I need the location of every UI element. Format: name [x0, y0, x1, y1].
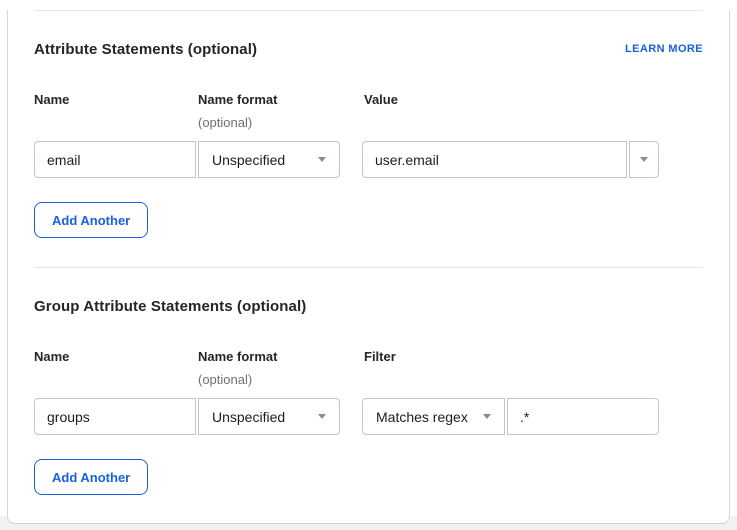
chevron-down-icon [640, 157, 648, 162]
column-label-optional-note: (optional) [198, 372, 364, 387]
name-and-format-group: Unspecified [34, 141, 340, 178]
saml-settings-card: Attribute Statements (optional) LEARN MO… [7, 10, 730, 524]
group-attribute-name-input[interactable] [34, 398, 196, 435]
chevron-down-icon [318, 157, 326, 162]
attribute-row: Unspecified [34, 141, 703, 178]
group-attribute-row: Unspecified Matches regex [34, 398, 703, 435]
column-label-name: Name [34, 92, 198, 107]
column-label-value: Value [364, 92, 703, 107]
name-format-select[interactable]: Unspecified [198, 141, 340, 178]
learn-more-link[interactable]: LEARN MORE [625, 42, 703, 56]
group-attribute-statements-section: Group Attribute Statements (optional) Na… [34, 299, 703, 495]
name-and-format-group: Unspecified [34, 398, 340, 435]
filter-type-select[interactable]: Matches regex [362, 398, 505, 435]
section-title: Group Attribute Statements (optional) [34, 299, 306, 315]
column-label-name-format: Name format [198, 349, 364, 364]
column-label-optional-note: (optional) [198, 115, 364, 130]
section-header: Attribute Statements (optional) LEARN MO… [34, 42, 703, 58]
attribute-name-input[interactable] [34, 141, 196, 178]
chevron-down-icon [483, 414, 491, 419]
section-header: Group Attribute Statements (optional) [34, 299, 703, 315]
value-dropdown-button[interactable] [629, 141, 659, 178]
column-label-name: Name [34, 349, 198, 364]
column-labels-row: Name Name format (optional) Value [34, 92, 703, 130]
section-title: Attribute Statements (optional) [34, 42, 257, 58]
column-label-name-format: Name format [198, 92, 364, 107]
name-format-selected-value: Unspecified [212, 409, 285, 425]
column-label-filter: Filter [364, 349, 703, 364]
section-divider [34, 267, 703, 268]
add-another-button[interactable]: Add Another [34, 202, 148, 238]
chevron-down-icon [318, 414, 326, 419]
filter-type-selected-value: Matches regex [376, 409, 468, 425]
attribute-statements-section: Attribute Statements (optional) LEARN MO… [34, 42, 703, 238]
name-format-selected-value: Unspecified [212, 152, 285, 168]
filter-value-input[interactable] [507, 398, 659, 435]
add-another-button[interactable]: Add Another [34, 459, 148, 495]
top-divider [34, 10, 703, 11]
attribute-value-input[interactable] [362, 141, 627, 178]
name-format-select[interactable]: Unspecified [198, 398, 340, 435]
column-labels-row: Name Name format (optional) Filter [34, 349, 703, 387]
filter-group: Matches regex [362, 398, 659, 435]
value-combobox [362, 141, 659, 178]
